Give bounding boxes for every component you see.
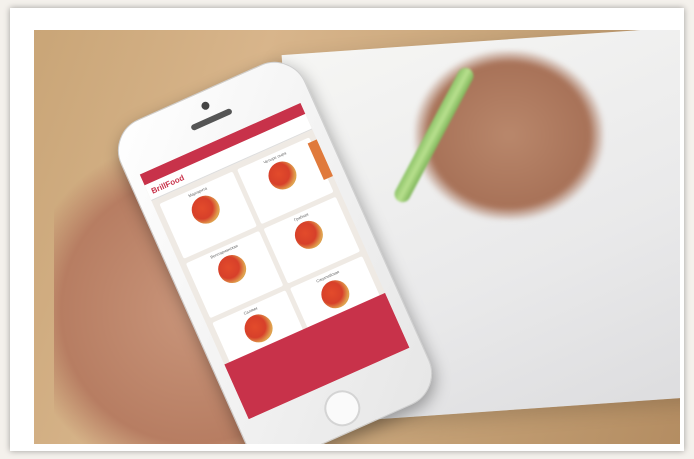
photo: BrillFood Маргарита Четыре сыра Вегетари… xyxy=(34,30,680,444)
camera-icon xyxy=(200,100,211,112)
home-button[interactable] xyxy=(318,384,367,433)
speaker-icon xyxy=(190,107,233,132)
photo-frame: BrillFood Маргарита Четыре сыра Вегетари… xyxy=(10,8,684,451)
